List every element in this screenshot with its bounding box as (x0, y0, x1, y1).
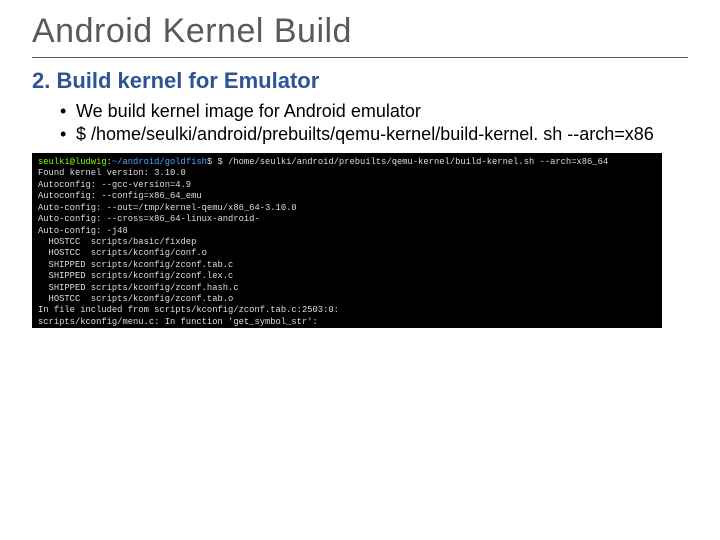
title-rule (32, 57, 688, 58)
term-line: Auto-config: -j48 (38, 226, 128, 236)
term-line: Auto-config: --cross=x86_64-linux-androi… (38, 214, 260, 224)
term-line: SHIPPED scripts/kconfig/zconf.lex.c (38, 271, 233, 281)
term-line: HOSTCC scripts/kconfig/zconf.tab.o (38, 294, 233, 304)
terminal-output: seulki@ludwig:~/android/goldfish$ $ /hom… (32, 153, 662, 328)
bullet-item: $ /home/seulki/android/prebuilts/qemu-ke… (60, 123, 688, 146)
term-line: Autoconfig: --config=x86_64_emu (38, 191, 202, 201)
page-title: Android Kernel Build (32, 12, 688, 51)
term-line: Found kernel version: 3.10.0 (38, 168, 186, 178)
slide: Android Kernel Build 2. Build kernel for… (0, 0, 720, 540)
term-cmd: $ /home/seulki/android/prebuilts/qemu-ke… (218, 157, 609, 167)
term-user: seulki@ludwig (38, 157, 107, 167)
term-line: HOSTCC scripts/kconfig/conf.o (38, 248, 207, 258)
bullet-item: We build kernel image for Android emulat… (60, 100, 688, 123)
term-cwd: ~/android/goldfish (112, 157, 207, 167)
term-dollar: $ (207, 157, 218, 167)
bullet-list: We build kernel image for Android emulat… (60, 100, 688, 145)
term-line: scripts/kconfig/menu.c: In function 'get… (38, 317, 318, 328)
term-line: SHIPPED scripts/kconfig/zconf.tab.c (38, 260, 233, 270)
term-line: SHIPPED scripts/kconfig/zconf.hash.c (38, 283, 239, 293)
term-line: In file included from scripts/kconfig/zc… (38, 305, 339, 315)
term-line: Auto-config: --out=/tmp/kernel-qemu/x86_… (38, 203, 297, 213)
term-line: HOSTCC scripts/basic/fixdep (38, 237, 196, 247)
term-line: Autoconfig: --gcc-version=4.9 (38, 180, 191, 190)
section-heading: 2. Build kernel for Emulator (32, 68, 688, 94)
